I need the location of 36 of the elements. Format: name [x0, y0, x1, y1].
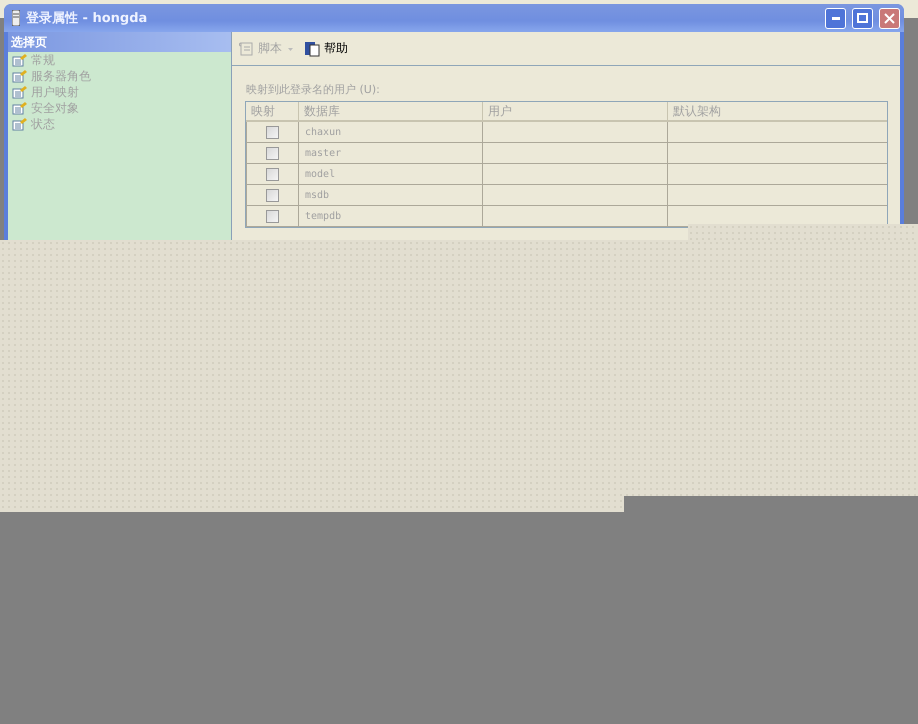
- page-icon: [12, 85, 28, 99]
- table-cell: chaxun: [298, 122, 482, 143]
- help-button[interactable]: 帮助: [304, 40, 348, 57]
- column-header[interactable]: 数据库: [298, 102, 482, 122]
- map-checkbox[interactable]: [266, 210, 279, 222]
- close-button[interactable]: [879, 8, 900, 28]
- column-header[interactable]: 默认架构: [667, 102, 887, 122]
- map-checkbox[interactable]: [266, 168, 279, 180]
- page-icon: [12, 117, 28, 131]
- sidebar-item[interactable]: 安全对象: [8, 100, 231, 116]
- maximize-button[interactable]: [852, 8, 873, 28]
- table-cell: msdb: [298, 185, 482, 206]
- column-header[interactable]: 用户: [482, 102, 667, 122]
- map-checkbox[interactable]: [266, 188, 279, 202]
- map-checkbox[interactable]: [266, 146, 279, 160]
- sidebar-header: 选择页: [8, 32, 231, 52]
- close-icon: [884, 12, 895, 24]
- page-icon: [12, 101, 28, 115]
- minimize-icon: [832, 16, 840, 20]
- map-checkbox[interactable]: [266, 126, 279, 138]
- table-cell: model: [298, 164, 482, 185]
- sidebar-item[interactable]: 服务器角色: [8, 68, 231, 84]
- sidebar-item[interactable]: 用户映射: [8, 84, 231, 100]
- page-icon: [12, 69, 28, 83]
- table-cell: tempdb: [298, 206, 482, 227]
- table-cell: master: [298, 143, 482, 164]
- maximize-icon: [857, 13, 868, 23]
- server-icon: [12, 10, 20, 26]
- window-title: 登录属性 - hongda: [26, 10, 148, 27]
- sidebar-item[interactable]: 状态: [8, 116, 231, 132]
- document-icon: [304, 40, 322, 56]
- minimize-button[interactable]: [825, 8, 846, 28]
- page-icon: [12, 53, 28, 67]
- column-header[interactable]: 映射: [246, 102, 298, 122]
- sidebar-item[interactable]: 常规: [8, 52, 231, 68]
- grid-label: 映射到此登录名的用户 (U):: [246, 82, 381, 97]
